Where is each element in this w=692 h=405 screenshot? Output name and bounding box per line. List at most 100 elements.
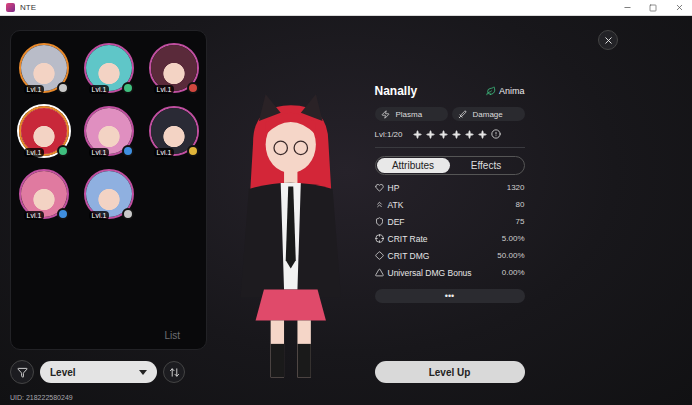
stat-label: Universal DMG Bonus [388, 268, 472, 278]
caret-icon [139, 370, 147, 375]
tag-row: Plasma Damage [375, 107, 525, 121]
level-badge: Lvl.1 [89, 85, 110, 94]
stat-label: CRIT DMG [388, 251, 430, 261]
close-icon [603, 35, 614, 46]
character-avatar[interactable]: Lvl.1 [19, 169, 69, 219]
character-avatar[interactable]: Lvl.1 [19, 106, 69, 156]
tab-bar: AttributesEffects [375, 156, 525, 175]
star-icon [465, 130, 474, 139]
stat-icon [375, 268, 384, 277]
star-icon [439, 130, 448, 139]
level-up-button[interactable]: Level Up [375, 361, 525, 383]
star-icon [478, 130, 487, 139]
sort-controls: Level [10, 360, 207, 384]
sort-order-button[interactable] [163, 361, 185, 383]
avatar-grid: Lvl.1 Lvl.1 Lvl.1 Lvl.1 Lvl.1 Lvl.1 Lvl.1 Lvl.1 [19, 43, 198, 219]
level-badge: Lvl.1 [24, 85, 45, 94]
tag-pill: Damage [452, 107, 525, 121]
level-badge: Lvl.1 [24, 148, 45, 157]
star-icon [426, 130, 435, 139]
character-avatar[interactable]: Lvl.1 [149, 43, 199, 93]
stat-label: ATK [388, 200, 404, 210]
list-label: List [19, 330, 198, 341]
character-info: Nanally Anima Plasma Damage Lvl:1/20 Attribut… [375, 16, 525, 405]
tab[interactable]: Attributes [377, 158, 450, 173]
star-icon [413, 130, 422, 139]
info-icon[interactable] [491, 129, 501, 139]
stat-icon [375, 200, 384, 209]
stat-value: 80 [516, 200, 525, 209]
name-row: Nanally Anima [375, 84, 525, 98]
stat-label: HP [388, 183, 400, 193]
stat-label: CRIT Rate [388, 234, 428, 244]
stat-value: 1320 [507, 183, 525, 192]
star-icon [452, 130, 461, 139]
main-area: Lvl.1Lvl.1Lvl.1Lvl.1Lvl.1Lvl.1Lvl.1Lvl.1… [0, 16, 692, 405]
stat-row: CRIT DMG 50.00% [375, 247, 525, 264]
level-badge: Lvl.1 [89, 148, 110, 157]
uid: UID: 218222580249 [10, 394, 207, 401]
filter-button[interactable] [10, 360, 34, 384]
element-icon [57, 145, 69, 157]
close-icon [675, 3, 684, 12]
stat-row: ATK 80 [375, 196, 525, 213]
title-bar: NTE [0, 0, 692, 16]
close-button[interactable] [598, 30, 618, 50]
more-button[interactable]: ••• [375, 289, 525, 303]
character-avatar[interactable]: Lvl.1 [84, 43, 134, 93]
element-icon [57, 82, 69, 94]
level-badge: Lvl.1 [24, 211, 45, 220]
tag-pill: Plasma [375, 107, 448, 121]
filter-icon [17, 367, 28, 378]
element-tag: Anima [486, 86, 525, 96]
close-column [525, 16, 692, 405]
sort-dropdown[interactable]: Level [40, 361, 157, 383]
level-badge: Lvl.1 [89, 211, 110, 220]
stat-value: 0.00% [502, 268, 525, 277]
stat-list: HP 1320 ATK 80 DEF75 CRIT Rate 5.00% CRIT DMG 50… [375, 179, 525, 281]
character-avatar[interactable]: Lvl.1 [84, 106, 134, 156]
maximize-button[interactable] [640, 0, 666, 15]
element-icon [122, 208, 134, 220]
app-icon [6, 3, 15, 12]
character-avatar[interactable]: Lvl.1 [19, 43, 69, 93]
stat-value: 50.00% [497, 251, 524, 260]
anima-icon [486, 86, 496, 96]
divider [375, 147, 525, 148]
level-row: Lvl:1/20 [375, 129, 525, 139]
character-avatar[interactable]: Lvl.1 [149, 106, 199, 156]
stat-icon [375, 234, 384, 243]
element-icon [187, 82, 199, 94]
sort-icon [169, 367, 180, 378]
element-icon [187, 145, 199, 157]
level-badge: Lvl.1 [154, 85, 175, 94]
window-close-button[interactable] [666, 0, 692, 15]
left-column: Lvl.1Lvl.1Lvl.1Lvl.1Lvl.1Lvl.1Lvl.1Lvl.1… [0, 16, 207, 405]
stat-value: 5.00% [502, 234, 525, 243]
stat-row: HP 1320 [375, 179, 525, 196]
minimize-icon [623, 3, 632, 12]
character-name: Nanally [375, 84, 418, 98]
maximize-icon [649, 4, 657, 12]
stat-label: DEF [388, 217, 405, 227]
level-text: Lvl:1/20 [375, 130, 403, 139]
tab[interactable]: Effects [450, 158, 523, 173]
stat-icon [375, 183, 384, 192]
stat-row: Universal DMG Bonus 0.00% [375, 264, 525, 281]
window-title: NTE [20, 4, 36, 12]
element-icon [122, 82, 134, 94]
window-controls [614, 0, 692, 15]
app-window: NTELvl.1Lvl.1Lvl.1Lvl.1Lvl.1Lvl.1Lvl.1Lv… [0, 0, 692, 405]
minimize-button[interactable] [614, 0, 640, 15]
stat-row: DEF75 [375, 213, 525, 230]
element-icon [57, 208, 69, 220]
character-stage [207, 16, 375, 405]
character-avatar[interactable]: Lvl.1 [84, 169, 134, 219]
sort-label: Level [50, 367, 76, 378]
element-icon [122, 145, 134, 157]
stat-icon [375, 217, 384, 226]
character-model [207, 65, 375, 405]
lightning-icon [381, 110, 390, 119]
level-badge: Lvl.1 [154, 148, 175, 157]
stat-row: CRIT Rate 5.00% [375, 230, 525, 247]
